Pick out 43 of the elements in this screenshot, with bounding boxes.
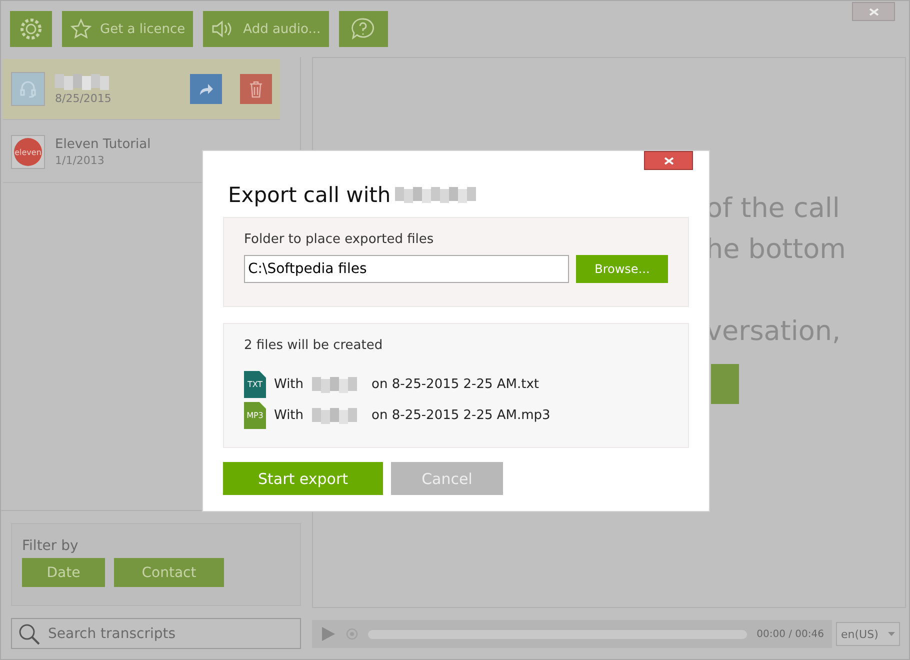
file-icon: TXT — [244, 371, 266, 398]
call-date: 8/25/2015 — [55, 92, 112, 104]
dialog-title: Export call with — [228, 183, 391, 207]
file-name: on 8-25-2015 2-25 AM.txt — [372, 377, 540, 392]
close-icon — [868, 8, 878, 16]
settings-icon — [18, 16, 44, 42]
logo: eleven — [13, 137, 43, 167]
help-icon — [350, 17, 376, 41]
caret-icon — [888, 632, 895, 636]
headset-avatar — [11, 72, 45, 106]
filter-button[interactable]: Contact — [114, 558, 224, 587]
call-name: Eleven Tutorial — [55, 137, 152, 152]
call-item[interactable]: 8/25/2015 — [3, 59, 280, 120]
toolbar-button[interactable]: Add audio... — [203, 11, 329, 47]
filter-button[interactable]: Date — [22, 558, 105, 587]
search-box[interactable]: Search transcripts — [11, 618, 301, 649]
export-button[interactable]: Start export — [223, 462, 383, 495]
play-icon[interactable] — [320, 626, 336, 642]
language-select[interactable]: en(US) — [836, 622, 900, 646]
star-icon — [70, 18, 92, 40]
time-label: 00:00 / 00:46 — [756, 628, 824, 640]
share-button[interactable] — [190, 74, 222, 104]
folder-field[interactable]: C:\Softpedia files — [244, 255, 570, 283]
files-label: 2 files will be created — [244, 338, 384, 353]
file-name: With — [274, 377, 304, 392]
toolbar-button[interactable]: Get a licence — [62, 11, 194, 47]
file-name: With — [274, 408, 304, 423]
filter-label: Filter by — [22, 538, 80, 554]
settings-button[interactable] — [10, 11, 52, 47]
redacted-drawing — [55, 74, 109, 90]
delete-button[interactable] — [240, 74, 272, 104]
close-button[interactable] — [644, 151, 693, 170]
trash-icon — [249, 80, 263, 98]
browse-button[interactable]: Browse... — [576, 255, 668, 283]
folder-label: Folder to place exported files — [244, 232, 435, 247]
close-icon — [664, 156, 674, 164]
file-name: on 8-25-2015 2-25 AM.mp3 — [372, 408, 550, 423]
help-button[interactable] — [338, 11, 388, 47]
call-date: 1/1/2013 — [55, 154, 106, 167]
share-icon — [198, 82, 214, 96]
search-icon — [18, 622, 40, 644]
search-field[interactable]: Search transcripts — [46, 624, 294, 642]
file-icon: MP3 — [244, 402, 266, 429]
